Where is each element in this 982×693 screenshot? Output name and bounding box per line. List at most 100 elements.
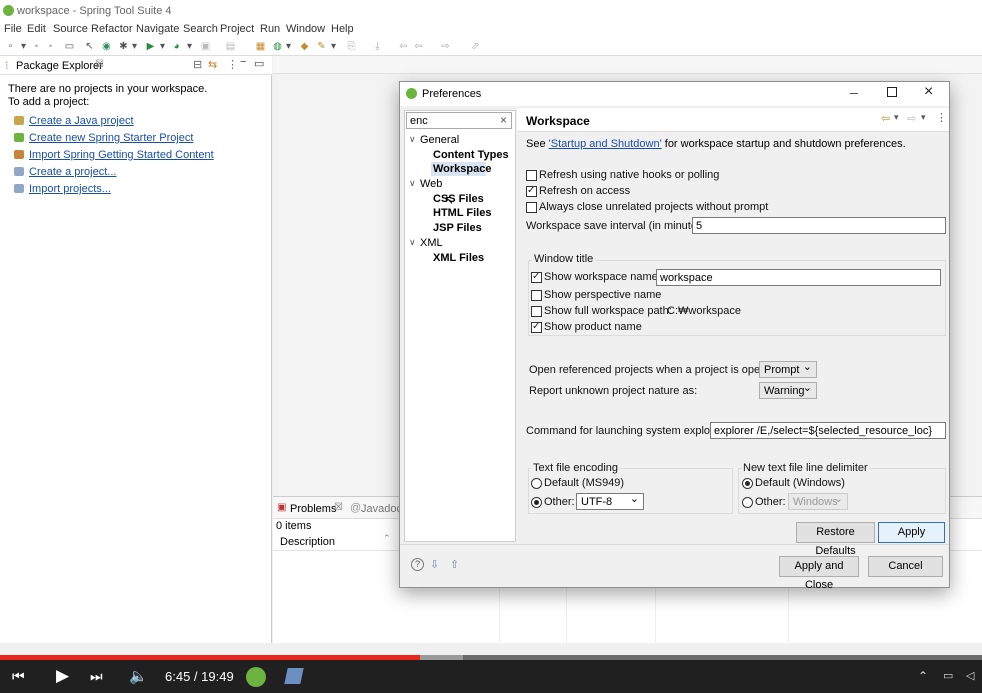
minimize-icon[interactable]: – bbox=[850, 84, 858, 100]
delimiter-select[interactable]: Windows bbox=[788, 493, 848, 510]
description-column[interactable]: Description bbox=[280, 536, 335, 548]
terminal-icon[interactable]: ▭ bbox=[64, 41, 75, 52]
cancel-button[interactable]: Cancel bbox=[868, 556, 943, 577]
view-menu-icon[interactable]: ⋮ bbox=[227, 58, 238, 71]
refresh-access-checkbox[interactable] bbox=[526, 184, 537, 197]
menu-refactor[interactable]: Refactor bbox=[91, 23, 133, 35]
menu-file[interactable]: File bbox=[4, 23, 22, 35]
menu-run[interactable]: Run bbox=[260, 23, 280, 35]
import-spring-guides-link[interactable]: Import Spring Getting Started Content bbox=[29, 149, 214, 161]
link-editor-icon[interactable]: ⇆ bbox=[208, 58, 217, 71]
javadoc-tab-label[interactable]: Javadoc bbox=[361, 503, 402, 515]
next-icon[interactable]: ⏭ bbox=[90, 668, 103, 685]
search-dropdown-icon[interactable]: ▾ bbox=[328, 41, 339, 52]
save-all-icon[interactable]: ▪ bbox=[45, 41, 56, 52]
search-tool-icon[interactable]: ✎ bbox=[316, 41, 327, 52]
forward-dropdown-icon[interactable]: ▾ bbox=[921, 112, 926, 123]
close-icon[interactable]: ☒ bbox=[334, 502, 343, 513]
menu-project[interactable]: Project bbox=[220, 23, 254, 35]
pin-editor-icon[interactable]: ⬀ bbox=[470, 41, 481, 52]
back-dropdown-icon[interactable]: ⇦ bbox=[413, 41, 424, 52]
forward-icon[interactable]: ⇨ bbox=[907, 112, 916, 125]
previous-icon[interactable]: ⏮ bbox=[12, 668, 25, 685]
cursor-icon[interactable]: ↖ bbox=[84, 41, 95, 52]
create-project-link[interactable]: Create a project... bbox=[29, 166, 116, 178]
startup-shutdown-link[interactable]: 'Startup and Shutdown' bbox=[549, 138, 662, 150]
tree-item-web[interactable]: Web bbox=[420, 178, 442, 190]
chevron-down-icon[interactable]: ∨ bbox=[409, 134, 416, 145]
coverage-icon[interactable]: ▣ bbox=[200, 41, 211, 52]
refresh-native-checkbox[interactable] bbox=[526, 170, 537, 181]
apply-and-close-button[interactable]: Apply and Close bbox=[779, 556, 859, 591]
tree-item-workspace[interactable]: Workspace bbox=[433, 163, 492, 175]
close-icon[interactable]: × bbox=[924, 83, 933, 101]
annotation-icon[interactable]: ⎘ bbox=[346, 41, 357, 52]
create-java-project-link[interactable]: Create a Java project bbox=[29, 115, 134, 127]
debug-icon[interactable]: ✱ bbox=[118, 41, 129, 52]
chevron-down-icon[interactable]: ∨ bbox=[409, 178, 416, 189]
back-icon[interactable]: ⇦ bbox=[398, 41, 409, 52]
spring-tool-suite-taskbar-icon[interactable] bbox=[246, 667, 266, 687]
save-interval-input[interactable]: 5 bbox=[692, 217, 946, 234]
new-class-icon[interactable]: ◍ bbox=[272, 41, 283, 52]
apply-button[interactable]: Apply bbox=[878, 522, 945, 543]
maximize-icon[interactable]: ▭ bbox=[254, 57, 264, 70]
show-perspective-checkbox[interactable] bbox=[531, 290, 542, 301]
volume-icon[interactable]: 🔈 bbox=[129, 667, 148, 685]
back-icon[interactable]: ⇦ bbox=[881, 112, 890, 125]
next-annotation-icon[interactable]: ⤓ bbox=[372, 41, 383, 52]
chevron-down-icon[interactable]: ∨ bbox=[409, 237, 416, 248]
debug-dropdown-icon[interactable]: ▾ bbox=[129, 41, 140, 52]
forward-icon[interactable]: ⇨ bbox=[440, 41, 451, 52]
menu-source[interactable]: Source bbox=[53, 23, 88, 35]
open-referenced-select[interactable]: Prompt bbox=[759, 361, 817, 378]
tree-item-jsp-files[interactable]: JSP Files bbox=[433, 222, 482, 234]
import-icon[interactable]: ⇩ bbox=[430, 558, 439, 571]
close-icon[interactable]: ☒ bbox=[95, 59, 104, 70]
keyboard-icon[interactable]: ▭ bbox=[943, 669, 953, 682]
encoding-default-radio[interactable] bbox=[531, 478, 542, 489]
restore-defaults-button[interactable]: Restore Defaults bbox=[796, 522, 875, 557]
encoding-other-radio[interactable] bbox=[531, 497, 542, 508]
delimiter-default-radio[interactable] bbox=[742, 478, 753, 489]
menu-window[interactable]: Window bbox=[286, 23, 325, 35]
export-icon[interactable]: ⇧ bbox=[450, 558, 459, 571]
new-dropdown-icon[interactable]: ▾ bbox=[18, 41, 29, 52]
app-taskbar-icon[interactable] bbox=[284, 668, 304, 684]
tree-item-xml-files[interactable]: XML Files bbox=[433, 252, 484, 264]
menu-navigate[interactable]: Navigate bbox=[136, 23, 179, 35]
external-tools-icon[interactable]: ◕ bbox=[171, 41, 182, 52]
problems-tab-label[interactable]: Problems bbox=[290, 503, 336, 515]
minimize-icon[interactable]: − bbox=[240, 56, 246, 68]
clear-filter-icon[interactable]: × bbox=[500, 113, 507, 127]
tree-item-general[interactable]: General bbox=[420, 134, 459, 146]
tree-item-html-files[interactable]: HTML Files bbox=[433, 207, 491, 219]
collapse-all-icon[interactable]: ⊟ bbox=[193, 58, 202, 71]
run-icon[interactable]: ▶ bbox=[145, 41, 156, 52]
filter-input[interactable]: enc bbox=[406, 112, 512, 129]
show-product-checkbox[interactable] bbox=[531, 320, 542, 333]
play-icon[interactable]: ▶ bbox=[56, 666, 69, 686]
tree-item-content-types[interactable]: Content Types bbox=[433, 149, 509, 161]
create-spring-starter-link[interactable]: Create new Spring Starter Project bbox=[29, 132, 193, 144]
new-icon[interactable]: ▫ bbox=[5, 41, 16, 52]
show-full-path-checkbox[interactable] bbox=[531, 306, 542, 317]
delimiter-other-radio[interactable] bbox=[742, 497, 753, 508]
help-icon[interactable]: ? bbox=[411, 558, 424, 571]
speaker-icon[interactable]: ◁ bbox=[966, 669, 974, 682]
menu-search[interactable]: Search bbox=[183, 23, 218, 35]
tree-item-xml[interactable]: XML bbox=[420, 237, 443, 249]
maximize-icon[interactable] bbox=[887, 87, 897, 97]
new-package-icon[interactable]: ▦ bbox=[255, 41, 266, 52]
back-dropdown-icon[interactable]: ▾ bbox=[894, 112, 899, 123]
new-class-dropdown-icon[interactable]: ▾ bbox=[283, 41, 294, 52]
menu-help[interactable]: Help bbox=[331, 23, 354, 35]
save-icon[interactable]: ▪ bbox=[31, 41, 42, 52]
external-dropdown-icon[interactable]: ▾ bbox=[184, 41, 195, 52]
open-type-icon[interactable]: ◆ bbox=[299, 41, 310, 52]
report-nature-select[interactable]: Warning bbox=[759, 382, 817, 399]
tree-item-css-files[interactable]: CSS Files bbox=[433, 193, 484, 205]
import-projects-link[interactable]: Import projects... bbox=[29, 183, 111, 195]
workspace-name-input[interactable]: workspace bbox=[656, 269, 941, 286]
encoding-select[interactable]: UTF-8 bbox=[576, 493, 644, 510]
